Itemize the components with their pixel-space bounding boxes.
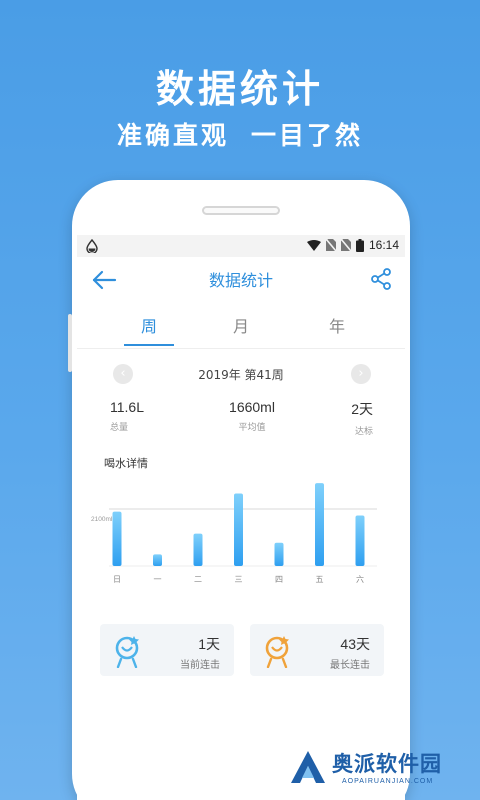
streak-longest-label: 最长连击 [330, 660, 370, 671]
share-icon[interactable] [369, 267, 393, 291]
watermark-url: AOPAIRUANJIAN.COM [342, 778, 434, 785]
hero-subtitle-left: 准确直观 [116, 121, 229, 150]
streak-longest-card: 43天 最长连击 [250, 624, 384, 676]
chart-tick-label: 一 [154, 575, 162, 584]
chart-bar [315, 483, 324, 566]
stat-goal-value: 2天 [351, 401, 373, 417]
phone-speaker [202, 206, 280, 215]
chevron-right-icon[interactable]: › [351, 364, 371, 384]
no-sim-icon [325, 239, 336, 251]
streak-current-card: 1天 当前连击 [100, 624, 234, 676]
chart-bar [274, 542, 284, 566]
app-bar: 数据统计 [77, 257, 405, 301]
chart-tick-label: 四 [275, 575, 283, 584]
period-tabs: 周 月 年 [77, 301, 405, 349]
chart-bar [234, 493, 243, 566]
stat-average: 1660ml 平均值 [217, 399, 287, 433]
streak-current-icon [115, 636, 139, 668]
water-intake-chart: 2100ml 日 一 二 三 四 五 六 [91, 483, 377, 584]
chart-tick-label: 三 [235, 575, 243, 584]
watermark: 奥派软件园 AOPAIRUANJIAN.COM [288, 748, 470, 792]
streak-current-label: 当前连击 [180, 660, 220, 671]
app-screen: 16:14 数据统计 周 月 年 ‹ 2019年 第41周 › 11.6L 总量… [77, 235, 405, 800]
active-tab-indicator [124, 344, 174, 346]
wifi-icon [306, 239, 321, 251]
stat-goal-label: 达标 [354, 427, 373, 437]
battery-icon [355, 238, 364, 252]
stat-total-label: 总量 [110, 423, 129, 433]
stat-total: 11.6L 总量 [110, 399, 144, 433]
status-time: 16:14 [368, 238, 399, 252]
chart-tick-label: 日 [113, 575, 121, 584]
streak-longest-icon [265, 636, 289, 668]
chart-tick-label: 五 [316, 575, 324, 584]
streak-longest-value: 43天 [340, 636, 370, 652]
hero-title: 数据统计 [155, 67, 324, 111]
hero-subtitle: 准确直观 一目了然 [0, 116, 480, 152]
chart-bar [355, 515, 365, 566]
tab-year[interactable]: 年 [297, 313, 377, 337]
stat-average-value: 1660ml [229, 399, 275, 415]
page-title: 数据统计 [208, 271, 273, 290]
summary-stats: 11.6L 总量 1660ml 平均值 2天 达标 [77, 399, 405, 457]
watermark-name: 奥派软件园 [332, 752, 442, 776]
streak-current-value: 1天 [198, 636, 220, 652]
section-title: 喝水详情 [104, 457, 148, 470]
phone-side-button [68, 314, 72, 372]
chart-tick-label: 二 [194, 575, 202, 584]
week-navigator: ‹ 2019年 第41周 › [77, 349, 405, 399]
chart-tick-label: 六 [356, 574, 364, 584]
no-sim-icon-2 [340, 239, 351, 251]
stat-goal: 2天 达标 [351, 399, 373, 437]
chart-bar [112, 511, 122, 566]
tab-week[interactable]: 周 [109, 313, 189, 337]
stat-average-label: 平均值 [238, 423, 266, 433]
tab-month[interactable]: 月 [201, 313, 281, 337]
status-bar: 16:14 [77, 235, 405, 257]
site-logo [291, 751, 325, 783]
reference-line-label: 2100ml [91, 516, 113, 523]
chart-bar [193, 533, 203, 566]
water-drop-icon [86, 239, 98, 253]
stat-total-value: 11.6L [110, 399, 144, 415]
hero-subtitle-right: 一目了然 [251, 121, 364, 150]
chart-bar [153, 554, 162, 566]
phone-frame: 16:14 数据统计 周 月 年 ‹ 2019年 第41周 › 11.6L 总量… [68, 180, 410, 800]
